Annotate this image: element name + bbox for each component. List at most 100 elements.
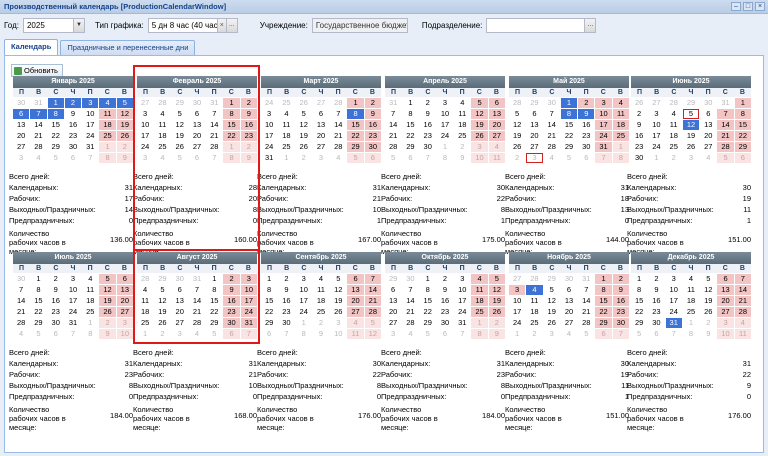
day-cell[interactable]: 2 — [648, 274, 664, 284]
day-cell[interactable]: 29 — [30, 318, 46, 328]
day-cell[interactable]: 6 — [65, 153, 81, 163]
day-cell[interactable]: 21 — [717, 131, 734, 141]
day-cell[interactable]: 31 — [65, 318, 81, 328]
day-cell[interactable]: 2 — [420, 98, 436, 108]
day-cell[interactable]: 6 — [561, 285, 577, 295]
day-cell[interactable]: 11 — [526, 296, 542, 306]
day-cell[interactable]: 10 — [595, 109, 612, 119]
day-cell[interactable]: 30 — [561, 274, 577, 284]
day-cell[interactable]: 7 — [717, 109, 734, 119]
day-cell[interactable]: 19 — [700, 296, 716, 306]
day-cell[interactable]: 24 — [437, 131, 453, 141]
day-cell[interactable]: 8 — [734, 109, 751, 119]
day-cell[interactable]: 12 — [682, 120, 700, 130]
day-cell[interactable]: 17 — [595, 120, 612, 130]
day-cell[interactable]: 14 — [13, 296, 29, 306]
day-cell[interactable]: 9 — [578, 109, 595, 119]
day-cell[interactable]: 16 — [612, 296, 629, 306]
day-cell[interactable]: 15 — [420, 296, 436, 306]
day-cell[interactable]: 27 — [700, 142, 716, 152]
day-cell[interactable]: 17 — [454, 296, 470, 306]
day-cell[interactable]: 3 — [454, 274, 470, 284]
day-cell[interactable]: 5 — [717, 153, 734, 163]
day-cell[interactable]: 31 — [454, 318, 470, 328]
day-cell[interactable]: 9 — [48, 285, 64, 295]
day-cell[interactable]: 19 — [488, 296, 505, 306]
day-cell[interactable]: 23 — [420, 131, 436, 141]
day-cell[interactable]: 9 — [116, 153, 133, 163]
day-cell[interactable]: 22 — [48, 131, 64, 141]
day-cell[interactable]: 20 — [717, 296, 734, 306]
day-cell[interactable]: 18 — [683, 296, 699, 306]
day-cell[interactable]: 30 — [578, 142, 594, 152]
day-cell[interactable]: 16 — [578, 120, 594, 130]
day-cell[interactable]: 6 — [48, 329, 64, 339]
day-cell[interactable]: 28 — [544, 142, 560, 152]
day-cell[interactable]: 9 — [99, 329, 116, 339]
day-cell[interactable]: 2 — [116, 142, 133, 152]
day-cell[interactable]: 27 — [648, 98, 664, 108]
day-cell[interactable]: 10 — [471, 153, 488, 163]
day-cell[interactable]: 14 — [330, 120, 346, 130]
day-cell[interactable]: 22 — [631, 307, 647, 317]
day-cell[interactable]: 11 — [454, 109, 470, 119]
day-cell[interactable]: 2 — [631, 109, 647, 119]
day-cell[interactable]: 4 — [30, 153, 46, 163]
day-cell[interactable]: 15 — [595, 296, 612, 306]
day-cell[interactable]: 7 — [420, 153, 436, 163]
day-cell[interactable]: 2 — [612, 274, 629, 284]
day-cell[interactable]: 12 — [99, 285, 116, 295]
day-cell[interactable]: 6 — [364, 153, 381, 163]
tab-calendar[interactable]: Календарь — [4, 39, 59, 55]
day-cell[interactable]: 3 — [82, 98, 99, 108]
day-cell[interactable]: 12 — [116, 109, 133, 119]
day-cell[interactable]: 27 — [561, 318, 577, 328]
day-cell[interactable]: 23 — [612, 307, 629, 317]
day-cell[interactable]: 7 — [65, 329, 81, 339]
day-cell[interactable]: 31 — [665, 318, 682, 328]
day-cell[interactable]: 24 — [261, 142, 277, 152]
day-cell[interactable]: 30 — [278, 318, 294, 328]
day-cell[interactable]: 17 — [666, 296, 682, 306]
day-cell[interactable]: 12 — [509, 120, 525, 130]
day-cell[interactable]: 8 — [471, 329, 488, 339]
day-cell[interactable]: 24 — [454, 307, 470, 317]
day-cell[interactable]: 13 — [700, 120, 716, 130]
day-cell[interactable]: 29 — [385, 274, 401, 284]
day-cell[interactable]: 26 — [330, 307, 346, 317]
day-cell[interactable]: 2 — [437, 274, 453, 284]
day-cell[interactable]: 29 — [420, 318, 436, 328]
day-cell[interactable]: 17 — [648, 131, 664, 141]
day-cell[interactable]: 16 — [437, 296, 453, 306]
day-cell[interactable]: 8 — [261, 285, 277, 295]
day-cell[interactable]: 3 — [526, 153, 543, 163]
day-cell[interactable]: 2 — [64, 98, 82, 108]
day-cell[interactable]: 9 — [364, 109, 381, 119]
day-cell[interactable]: 4 — [612, 98, 629, 108]
day-cell[interactable]: 11 — [99, 109, 116, 119]
day-cell[interactable]: 6 — [402, 153, 418, 163]
day-cell[interactable]: 21 — [364, 296, 381, 306]
day-cell[interactable]: 21 — [578, 307, 594, 317]
day-cell[interactable]: 2 — [296, 153, 312, 163]
day-cell[interactable]: 23 — [648, 307, 664, 317]
department-combo[interactable]: … — [486, 17, 597, 33]
day-cell[interactable]: 3 — [544, 329, 560, 339]
day-cell[interactable]: 17 — [437, 120, 453, 130]
day-cell[interactable]: 25 — [99, 131, 116, 141]
day-cell[interactable]: 18 — [471, 296, 488, 306]
day-cell[interactable]: 4 — [82, 274, 98, 284]
day-cell[interactable]: 9 — [612, 285, 629, 295]
ellipsis-icon[interactable]: … — [584, 18, 596, 32]
day-cell[interactable]: 7 — [666, 329, 682, 339]
day-cell[interactable]: 5 — [544, 285, 560, 295]
day-cell[interactable]: 2 — [526, 329, 542, 339]
day-cell[interactable]: 6 — [526, 109, 542, 119]
tab-holidays[interactable]: Праздничные и перенесенные дни — [60, 40, 196, 55]
day-cell[interactable]: 10 — [65, 285, 81, 295]
day-cell[interactable]: 7 — [612, 329, 629, 339]
day-cell[interactable]: 4 — [544, 153, 560, 163]
day-cell[interactable]: 2 — [700, 318, 716, 328]
day-cell[interactable]: 28 — [734, 307, 751, 317]
day-cell[interactable]: 25 — [526, 318, 542, 328]
